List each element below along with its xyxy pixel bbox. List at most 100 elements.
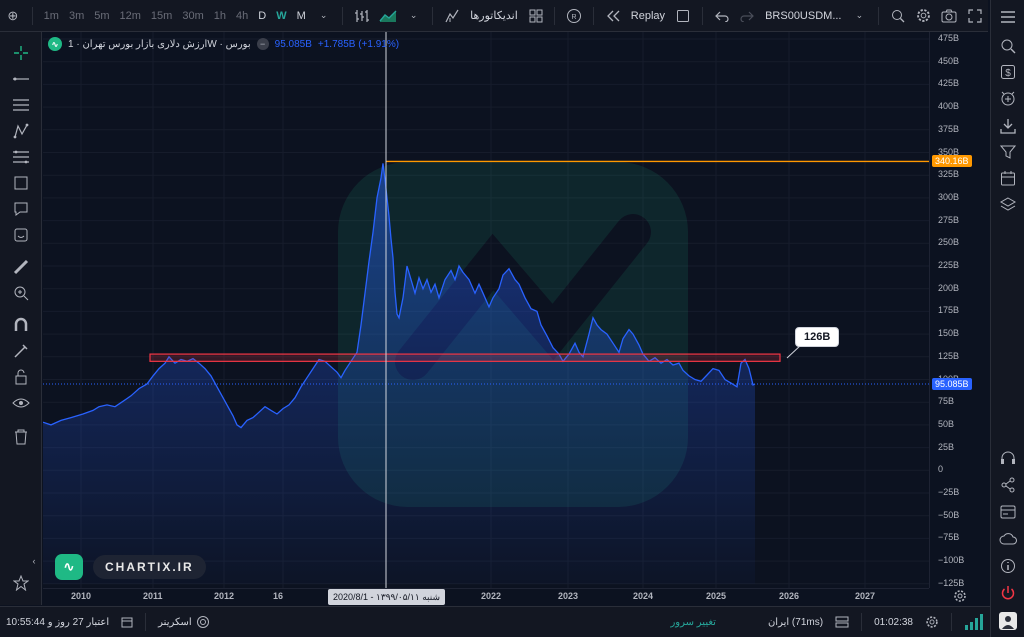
quick-search-icon[interactable] <box>885 0 911 32</box>
menu-icon[interactable] <box>996 5 1020 29</box>
interval-4h[interactable]: 4h <box>231 0 253 32</box>
time-tick-label: 2023 <box>558 591 579 601</box>
lock-icon[interactable] <box>10 366 32 388</box>
interval-w[interactable]: W <box>271 0 291 32</box>
support-icon[interactable] <box>996 446 1020 470</box>
legend-value: 95.085B <box>274 38 312 50</box>
toolbar-divider <box>701 6 703 25</box>
replay-button[interactable]: Replay <box>626 0 670 32</box>
search-icon[interactable] <box>996 34 1020 58</box>
redo-icon[interactable] <box>734 0 760 32</box>
time-settings-icon[interactable] <box>919 615 945 629</box>
layout-icon[interactable] <box>523 0 549 32</box>
magnet-icon[interactable] <box>10 314 32 336</box>
indicators-button[interactable]: اندیکاتورها <box>465 0 523 32</box>
time-tick-label: 2010 <box>71 591 92 601</box>
ruler-icon[interactable] <box>10 256 32 278</box>
emoji-icon[interactable] <box>10 224 32 246</box>
indicators-icon[interactable] <box>439 0 465 32</box>
trend-line-icon[interactable] <box>10 68 32 90</box>
text-note-icon[interactable] <box>10 198 32 220</box>
chart-pane[interactable]: ∿ ارزش دلاری بازار بورس تهران · 1W · بور… <box>43 32 929 588</box>
price-tick-label: −25B <box>938 487 960 497</box>
fullscreen-icon[interactable] <box>962 0 988 32</box>
toolbar-divider <box>878 6 880 25</box>
axis-settings-icon[interactable] <box>953 589 967 603</box>
level-price-tag: 340.16B <box>932 155 972 168</box>
share-icon[interactable] <box>996 473 1020 497</box>
draw-lock-icon[interactable] <box>10 340 32 362</box>
screener-button[interactable]: اسکرینر <box>152 615 216 629</box>
interval-1m[interactable]: 1m <box>39 0 64 32</box>
alert-add-icon[interactable] <box>996 86 1020 110</box>
symbol-logo: ∿ <box>48 37 62 51</box>
avatar[interactable] <box>996 609 1020 633</box>
star-icon[interactable] <box>10 572 32 594</box>
interval-d[interactable]: D <box>253 0 271 32</box>
symbol-search[interactable]: BRS00USDM... <box>760 0 846 32</box>
resistance-zone[interactable] <box>149 353 781 362</box>
checkbox-icon[interactable] <box>670 0 696 32</box>
interval-5m[interactable]: 5m <box>89 0 114 32</box>
chevron-down-icon[interactable]: ⌄ <box>401 0 427 32</box>
chevron-down-icon[interactable]: ⌄ <box>311 0 337 32</box>
interval-30m[interactable]: 30m <box>177 0 208 32</box>
zoom-in-icon[interactable] <box>10 282 32 304</box>
right-sidebar: $ <box>990 0 1024 637</box>
time-axis[interactable]: شنبه ۱۳۹۹/۰۵/۱۱ - 2020/8/1 2010 2011 2012 1… <box>43 588 929 605</box>
price-tick-label: −50B <box>938 509 960 520</box>
callout-label[interactable]: 126B <box>795 327 840 347</box>
cloud-icon[interactable] <box>996 527 1020 551</box>
interval-m[interactable]: M <box>292 0 311 32</box>
price-tick-label: 275B <box>938 214 960 225</box>
interval-12m[interactable]: 12m <box>115 0 146 32</box>
camera-icon[interactable] <box>937 0 963 32</box>
horizontal-lines-icon[interactable] <box>10 94 32 116</box>
price-tick-label: 125B <box>938 350 960 361</box>
server-status: ایران (71ms) <box>767 616 824 628</box>
screener-label: اسکرینر <box>158 616 192 628</box>
drawing-toolbar: ‹ <box>0 32 42 605</box>
dollar-icon[interactable]: $ <box>996 60 1020 84</box>
price-tick-label: 300B <box>938 191 960 202</box>
hide-series-icon[interactable]: − <box>256 38 269 50</box>
chevron-down-icon[interactable]: ⌄ <box>847 0 873 32</box>
fib-tool-icon[interactable] <box>10 146 32 168</box>
area-style-icon[interactable] <box>375 0 401 32</box>
crosshair-icon[interactable] <box>10 42 32 64</box>
eye-icon[interactable] <box>10 392 32 414</box>
change-server-button[interactable]: تغییر سرور <box>664 617 722 628</box>
interval-1h[interactable]: 1h <box>209 0 231 32</box>
layers-icon[interactable] <box>996 192 1020 216</box>
calendar-small-icon[interactable] <box>115 616 139 628</box>
plus-icon[interactable]: ⊕ <box>0 0 26 32</box>
download-icon[interactable] <box>996 114 1020 138</box>
card-icon[interactable] <box>996 500 1020 524</box>
rectangle-tool-icon[interactable] <box>10 172 32 194</box>
interval-15m[interactable]: 15m <box>146 0 177 32</box>
price-tick-label: 375B <box>938 123 960 134</box>
collapse-arrow-icon[interactable]: ‹ <box>28 550 40 572</box>
filter-icon[interactable] <box>996 140 1020 164</box>
price-axis[interactable]: 475B 450B 425B 400B 375B 350B 325B 300B 275B 250B… <box>929 32 989 588</box>
time-tick-label: 2022 <box>481 591 502 601</box>
price-tick-label: 150B <box>938 328 960 339</box>
calendar-icon[interactable] <box>996 166 1020 190</box>
interval-3m[interactable]: 3m <box>64 0 89 32</box>
trash-icon[interactable] <box>10 426 32 448</box>
replay-r-icon[interactable]: R <box>561 0 587 32</box>
price-tick-label: −75B <box>938 532 960 543</box>
bar-style-icon[interactable] <box>349 0 375 32</box>
price-tick-label: −100B <box>938 555 965 566</box>
undo-icon[interactable] <box>709 0 735 32</box>
symbol-title: ارزش دلاری بازار بورس تهران · 1W · بورس <box>68 38 251 50</box>
info-icon[interactable] <box>996 554 1020 578</box>
time-tick-label: 2027 <box>855 591 876 601</box>
toolbar-divider <box>432 6 434 25</box>
toolbar-divider <box>593 6 595 25</box>
power-icon[interactable] <box>996 581 1020 605</box>
pattern-tool-icon[interactable] <box>10 120 32 142</box>
legend-change: +1.785B (+1.91%) <box>317 38 400 50</box>
settings-icon[interactable] <box>911 0 937 32</box>
replay-icon[interactable] <box>600 0 626 32</box>
